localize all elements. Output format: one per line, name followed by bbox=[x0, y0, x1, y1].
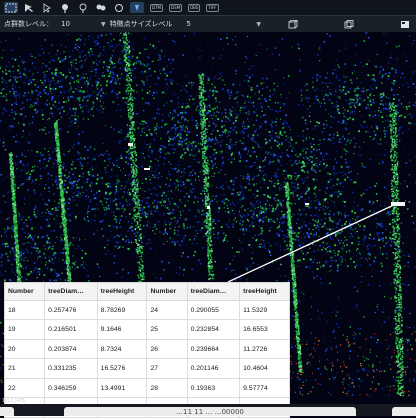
table-cell: 16.6553 bbox=[240, 320, 290, 340]
column-header[interactable]: Number bbox=[5, 283, 45, 301]
table-row[interactable]: 210.33123516.5276270.20114610.4604 bbox=[5, 359, 290, 379]
table-cell: 9.1646 bbox=[97, 320, 147, 340]
point-size-label: 特徴点サイズレベル bbox=[110, 19, 173, 29]
measure-icon[interactable] bbox=[130, 2, 144, 13]
table-cell: 21 bbox=[5, 359, 45, 379]
table-cell: 0.239664 bbox=[187, 339, 240, 359]
cube-view-icon[interactable] bbox=[285, 18, 301, 30]
table-header-row: Number treeDiam… treeHeight Number treeD… bbox=[5, 283, 290, 301]
arrow-icon[interactable] bbox=[22, 2, 36, 13]
table-cell: 0.331235 bbox=[45, 359, 98, 379]
table-cell: 13.4991 bbox=[97, 378, 147, 398]
table-cell: 10.4604 bbox=[240, 359, 290, 379]
table-cell: 16.5276 bbox=[97, 359, 147, 379]
table-cell: 22 bbox=[5, 378, 45, 398]
dsm-button[interactable]: DSM bbox=[169, 4, 182, 12]
table-cell: 24 bbox=[147, 300, 187, 320]
trunk-marker bbox=[144, 168, 150, 170]
table-cell: 8.78269 bbox=[97, 300, 147, 320]
table-cell: 0.203874 bbox=[45, 339, 98, 359]
table-cell: 26 bbox=[147, 339, 187, 359]
table-cell: 11.5329 bbox=[240, 300, 290, 320]
table-cell: 11.2726 bbox=[240, 339, 290, 359]
column-header[interactable]: treeDiam… bbox=[187, 283, 240, 301]
table-cell: 0.290055 bbox=[187, 300, 240, 320]
copy-view-icon[interactable] bbox=[341, 18, 357, 30]
table-row[interactable]: 220.34625913.4991280.193639.57774 bbox=[5, 378, 290, 398]
chevron-down-icon[interactable]: ▼ bbox=[256, 21, 261, 28]
tree-group-icon[interactable] bbox=[94, 2, 108, 13]
table-cell: 9.57774 bbox=[240, 378, 290, 398]
table-cell: 18 bbox=[5, 300, 45, 320]
dtm-button[interactable]: DTM bbox=[150, 4, 163, 12]
column-header[interactable]: treeHeight bbox=[97, 283, 147, 301]
table-cell: 20 bbox=[5, 339, 45, 359]
bottom-left-tab[interactable] bbox=[0, 407, 14, 416]
column-header[interactable]: Number bbox=[147, 283, 187, 301]
trunk-marker bbox=[305, 203, 309, 205]
measurement-line bbox=[228, 204, 396, 282]
table-row[interactable]: 190.2165019.1646250.23285416.6553 bbox=[5, 320, 290, 340]
point-size-select[interactable]: 5 bbox=[186, 20, 256, 28]
tree-data-table: Number treeDiam… treeHeight Number treeD… bbox=[4, 282, 290, 418]
trunk-marker bbox=[391, 202, 405, 206]
table-row[interactable]: 200.2038748.7324260.23966411.2726 bbox=[5, 339, 290, 359]
column-header[interactable]: treeHeight bbox=[240, 283, 290, 301]
table-cell: 0.232854 bbox=[187, 320, 240, 340]
table-cell: 0.201146 bbox=[187, 359, 240, 379]
table-cell: 0.257476 bbox=[45, 300, 98, 320]
main-toolbar: DTM DSM DBS TIFF bbox=[0, 0, 416, 16]
column-header[interactable]: treeDiam… bbox=[45, 283, 98, 301]
trunk-marker bbox=[207, 206, 210, 209]
table-cell: 27 bbox=[147, 359, 187, 379]
bottom-right-tab[interactable] bbox=[392, 407, 416, 416]
tree-outline-icon[interactable] bbox=[76, 2, 90, 13]
layer-view-icon[interactable] bbox=[397, 18, 413, 30]
chevron-down-icon[interactable]: ▼ bbox=[101, 21, 106, 28]
dbs-button[interactable]: DBS bbox=[188, 4, 200, 12]
table-cell: 0.346259 bbox=[45, 378, 98, 398]
table-cell: 28 bbox=[147, 378, 187, 398]
tree-icon[interactable] bbox=[58, 2, 72, 13]
tiff-button[interactable]: TIFF bbox=[206, 4, 218, 12]
options-bar: 点群数レベル： 10 ▼ 特徴点サイズレベル 5 ▼ bbox=[0, 16, 416, 32]
table-cell: 8.7324 bbox=[97, 339, 147, 359]
select-icon[interactable] bbox=[4, 2, 18, 13]
point-level-label: 点群数レベル： bbox=[4, 19, 53, 29]
table-cell: 25 bbox=[147, 320, 187, 340]
point-level-select[interactable]: 10 bbox=[61, 20, 101, 28]
table-row[interactable]: 180.2574768.78269240.29005511.5329 bbox=[5, 300, 290, 320]
table-cell: 0.19363 bbox=[187, 378, 240, 398]
cursor-icon[interactable] bbox=[40, 2, 54, 13]
trunk-marker bbox=[128, 143, 133, 146]
circle-icon[interactable] bbox=[112, 2, 126, 13]
table-cell: 0.216501 bbox=[45, 320, 98, 340]
table-cell: 19 bbox=[5, 320, 45, 340]
bottom-tab-bar[interactable]: …11 11 … …00000 bbox=[64, 407, 356, 416]
